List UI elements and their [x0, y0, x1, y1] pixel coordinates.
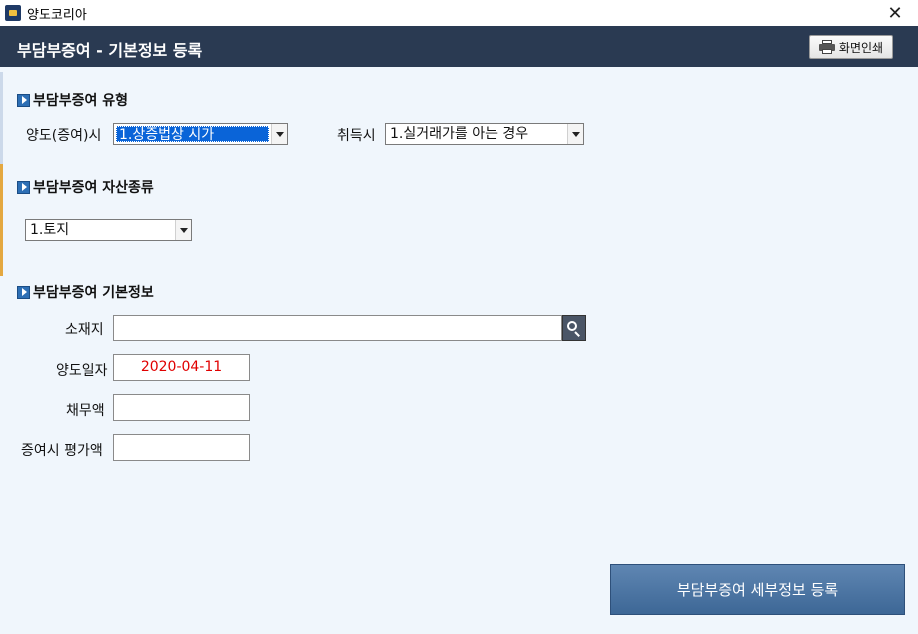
section-type-title: 부담부증여 유형 — [17, 90, 128, 110]
search-icon — [567, 321, 581, 337]
transfer-type-select[interactable]: 1.상증법상 시가 — [113, 123, 288, 145]
close-button[interactable]: ✕ — [872, 0, 918, 26]
arrow-right-icon — [17, 180, 30, 194]
form-content — [0, 67, 918, 634]
section-basic-title: 부담부증여 기본정보 — [17, 282, 154, 302]
chevron-down-icon[interactable] — [271, 124, 287, 144]
location-label: 소재지 — [65, 322, 104, 338]
transfer-type-label: 양도(증여)시 — [26, 128, 102, 144]
acquire-type-label: 취득시 — [337, 128, 376, 144]
left-edge-strip — [0, 72, 3, 164]
chevron-down-icon[interactable] — [175, 220, 191, 240]
chevron-down-icon[interactable] — [567, 124, 583, 144]
section-asset-label: 부담부증여 자산종류 — [33, 180, 154, 196]
debt-amount-field[interactable] — [113, 394, 250, 421]
section-asset-title: 부담부증여 자산종류 — [17, 177, 154, 197]
section-type-label: 부담부증여 유형 — [33, 93, 129, 109]
gift-valuation-field[interactable] — [113, 434, 250, 461]
window-title: 양도코리아 — [27, 8, 87, 23]
arrow-right-icon — [17, 93, 30, 107]
address-search-button[interactable] — [562, 315, 586, 341]
title-bar: 양도코리아 ✕ — [0, 0, 918, 26]
transfer-type-value: 1.상증법상 시가 — [116, 126, 269, 142]
gift-valuation-label: 증여시 평가액 — [21, 443, 103, 459]
printer-icon — [818, 40, 835, 54]
asset-type-value: 1.토지 — [30, 222, 70, 238]
arrow-right-icon — [17, 285, 30, 299]
debt-amount-label: 채무액 — [66, 403, 105, 419]
location-field[interactable] — [113, 315, 562, 341]
acquire-type-value: 1.실거래가를 아는 경우 — [390, 126, 529, 142]
page-title: 부담부증여 - 기본정보 등록 — [17, 41, 203, 60]
section-basic-label: 부담부증여 기본정보 — [33, 285, 154, 301]
print-screen-label: 화면인쇄 — [838, 40, 884, 55]
left-edge-accent — [0, 164, 3, 276]
register-detail-button[interactable]: 부담부증여 세부정보 등록 — [610, 564, 905, 615]
app-logo-icon — [5, 5, 21, 21]
asset-type-select[interactable]: 1.토지 — [25, 219, 192, 241]
acquire-type-select[interactable]: 1.실거래가를 아는 경우 — [385, 123, 584, 145]
transfer-date-label: 양도일자 — [56, 363, 108, 379]
print-screen-button[interactable]: 화면인쇄 — [809, 35, 893, 59]
page-header: 부담부증여 - 기본정보 등록 화면인쇄 — [0, 26, 918, 67]
transfer-date-field[interactable]: 2020-04-11 — [113, 354, 250, 381]
